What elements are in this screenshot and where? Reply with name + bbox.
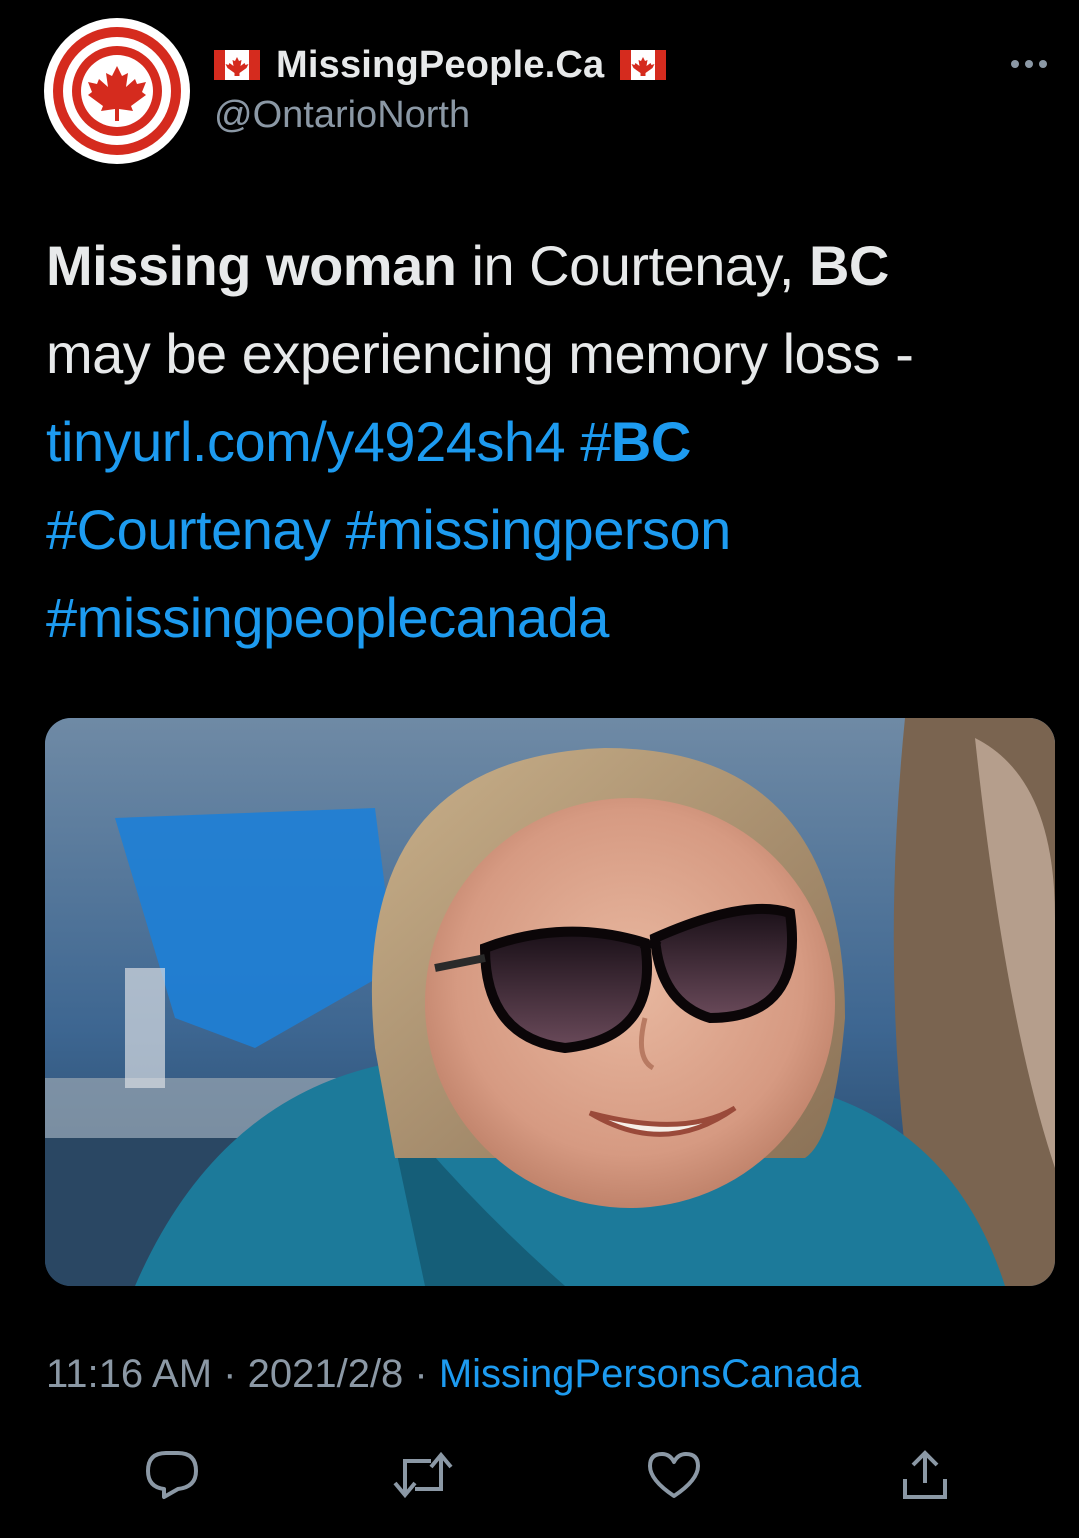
retweet-icon: [393, 1451, 453, 1499]
meta-separator: ·: [403, 1352, 439, 1396]
more-options-icon: [1011, 60, 1047, 68]
profile-avatar[interactable]: [44, 18, 190, 164]
share-icon: [903, 1450, 947, 1499]
like-button[interactable]: [639, 1440, 709, 1510]
hashtag-bc-prefix: #: [580, 410, 611, 473]
hashtag-bc-text: BC: [610, 410, 691, 473]
tweet-date: 2021/2/8: [247, 1352, 404, 1396]
share-button[interactable]: [890, 1440, 960, 1510]
tweet-line-3: tinyurl.com/y4924sh4 #BC: [46, 398, 1046, 486]
heart-icon: [648, 1452, 700, 1498]
display-name: MissingPeople.Ca: [276, 43, 605, 86]
tweet-source-link[interactable]: MissingPersonsCanada: [439, 1352, 861, 1396]
tweet-bold-phrase: Missing woman: [46, 234, 457, 297]
tweet-bold-region: BC: [808, 234, 889, 297]
hashtag-bc-link[interactable]: #BC: [580, 410, 691, 473]
tweet-line-5: #missingpeoplecanada: [46, 574, 1046, 662]
tweet-meta: 11:16 AM · 2021/2/8 · MissingPersonsCana…: [46, 1352, 861, 1397]
woman-with-sunglasses-photo: [45, 718, 1055, 1286]
reply-button[interactable]: [137, 1440, 207, 1510]
tweet-line-1: Missing woman in Courtenay, BC: [46, 222, 1046, 310]
canada-flag-icon: [214, 50, 260, 80]
display-name-row: MissingPeople.Ca: [214, 40, 667, 90]
hashtag-missingperson-link[interactable]: #missingperson: [346, 498, 732, 561]
retweet-button[interactable]: [388, 1440, 458, 1510]
tweet-line-2: may be experiencing memory loss -: [46, 322, 914, 385]
tweet-actions: [0, 1440, 1079, 1520]
tweet-text: Missing woman in Courtenay, BC may be ex…: [46, 222, 1046, 662]
account-handle: @OntarioNorth: [214, 94, 471, 136]
hashtag-missingpeoplecanada-link[interactable]: #missingpeoplecanada: [46, 586, 609, 649]
tweet-header: MissingPeople.Ca @OntarioNorth: [44, 18, 1055, 168]
meta-separator: ·: [212, 1352, 248, 1396]
account-names[interactable]: MissingPeople.Ca @OntarioNorth: [214, 40, 667, 137]
hashtag-courtenay-link[interactable]: #Courtenay: [46, 498, 331, 561]
canada-flag-icon: [620, 50, 667, 80]
tweet-line-4: #Courtenay #missingperson: [46, 486, 1046, 574]
maple-leaf-logo-icon: [45, 19, 189, 163]
tweet-plain-phrase: in Courtenay,: [456, 234, 809, 297]
tweet-url-link[interactable]: tinyurl.com/y4924sh4: [46, 410, 566, 473]
tweet-photo[interactable]: [45, 718, 1055, 1286]
tweet-time: 11:16 AM: [46, 1352, 213, 1396]
more-options-button[interactable]: [1007, 54, 1051, 74]
reply-icon: [146, 1451, 198, 1499]
